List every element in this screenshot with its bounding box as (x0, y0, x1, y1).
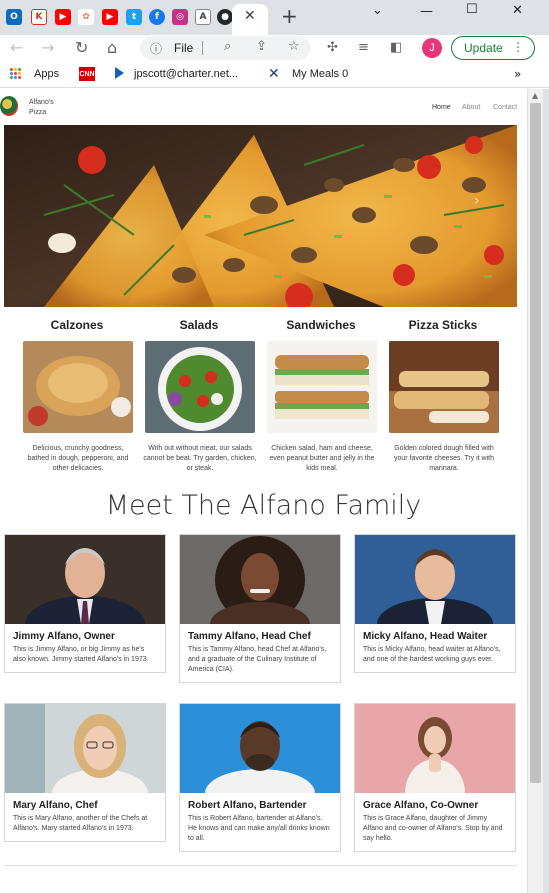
category-desc-salads: With out without meat, our salads cannot… (143, 445, 257, 472)
family-card-jimmy: Jimmy Alfano, Owner This is Jimmy Alfano… (4, 534, 166, 673)
new-tab-button[interactable]: + (281, 4, 298, 28)
category-desc-sandwiches: Chicken salad, ham and cheese, even pean… (269, 445, 375, 472)
tab-icon-k[interactable]: K (31, 9, 47, 25)
card-bio: This is Mary Alfano, another of the Chef… (13, 815, 148, 832)
tab-strip: O K ▶ ✿ ▶ t f ◎ A ● ✕ + ⌄ — ☐ ✕ (0, 0, 549, 35)
salads-image (145, 341, 255, 433)
card-name: Grace Alfano, Co-Owner (363, 800, 479, 811)
bookmarks-overflow-icon[interactable]: » (514, 67, 521, 81)
address-bar[interactable]: ⓘ File ⌕ ⇪ ☆ (140, 36, 310, 60)
category-title-sandwiches: Sandwiches (286, 318, 356, 332)
bookmark-email[interactable]: jpscott@charter.net... (134, 68, 238, 80)
card-bio: This is Robert Alfano, bartender at Alfa… (188, 815, 330, 842)
card-name: Tammy Alfano, Head Chef (188, 631, 311, 642)
pizza-illustration (4, 125, 517, 307)
facebook-icon[interactable]: f (149, 9, 165, 25)
family-card-robert: Robert Alfano, Bartender This is Robert … (179, 703, 341, 852)
apps-grid-icon[interactable] (10, 68, 22, 80)
twitter-icon[interactable]: t (126, 9, 142, 25)
page-scrollbar[interactable]: ▲ (527, 89, 543, 893)
cnn-icon[interactable]: CNN (79, 67, 95, 81)
my-meals-icon[interactable]: ✕ (268, 66, 280, 82)
category-title-pizza-sticks: Pizza Sticks (408, 318, 478, 332)
youtube-icon[interactable]: ▶ (55, 9, 71, 25)
micky-photo (355, 535, 515, 624)
carousel-next-icon[interactable]: › (474, 193, 480, 209)
outlook-icon[interactable]: O (6, 9, 22, 25)
category-desc-calzones: Delicious, crunchy goodness, bathed in d… (27, 445, 129, 472)
calzones-image (23, 341, 133, 433)
brand-name: Alfano's (29, 99, 54, 106)
family-card-tammy: Tammy Alfano, Head Chef This is Tammy Al… (179, 534, 341, 683)
card-name: Mary Alfano, Chef (13, 800, 98, 811)
browser-toolbar: ← → ↻ ⌂ ⓘ File ⌕ ⇪ ☆ ✣ ≡ ◧ J Update ⋮ (0, 35, 549, 62)
bookmark-star-icon[interactable]: ☆ (288, 39, 300, 54)
card-name: Jimmy Alfano, Owner (13, 631, 115, 642)
pizza-sticks-image (389, 341, 499, 433)
address-scheme-label: File (174, 41, 194, 55)
bookmarks-bar: Apps CNN jpscott@charter.net... ✕ My Mea… (0, 62, 549, 88)
card-name: Robert Alfano, Bartender (188, 800, 307, 811)
side-panel-icon[interactable]: ◧ (390, 40, 402, 55)
tammy-photo (180, 535, 340, 624)
window-close-button[interactable]: ✕ (512, 3, 523, 18)
family-section-title: Meet The Alfano Family (105, 490, 422, 521)
bookmark-my-meals[interactable]: My Meals 0 (292, 68, 348, 80)
jimmy-photo (5, 535, 165, 624)
media-control-icon[interactable]: ≡ (358, 40, 369, 55)
tab-search-chevron-icon[interactable]: ⌄ (372, 3, 383, 18)
tab-icon-flower[interactable]: ✿ (78, 9, 94, 25)
grace-photo (355, 704, 515, 793)
category-title-calzones: Calzones (50, 318, 104, 332)
window-edge (543, 89, 549, 893)
scroll-up-icon[interactable]: ▲ (532, 91, 538, 100)
info-icon[interactable]: ⓘ (150, 40, 162, 57)
alfanos-logo[interactable] (0, 96, 18, 116)
address-divider (202, 41, 203, 55)
category-desc-pizza-sticks: Golden colored dough filled with your fa… (394, 445, 494, 472)
update-label: Update (464, 41, 503, 55)
tab-icon-a[interactable]: A (195, 9, 211, 25)
robert-photo (180, 704, 340, 793)
forward-arrow-icon[interactable]: → (41, 38, 54, 57)
card-name: Micky Alfano, Head Waiter (363, 631, 488, 642)
back-arrow-icon[interactable]: ← (10, 38, 23, 57)
family-card-grace: Grace Alfano, Co-Owner This is Grace Alf… (354, 703, 516, 852)
reload-icon[interactable]: ↻ (75, 38, 88, 57)
mary-photo (5, 704, 165, 793)
home-icon[interactable]: ⌂ (107, 38, 117, 57)
card-bio: This is Tammy Alfano, head Chef at Alfan… (188, 646, 327, 673)
nav-about[interactable]: About (462, 104, 480, 111)
kebab-menu-icon[interactable]: ⋮ (512, 40, 524, 54)
close-tab-icon[interactable]: ✕ (244, 8, 256, 24)
maximize-button[interactable]: ☐ (466, 2, 478, 17)
hero-pizza-image: › (4, 125, 517, 307)
minimize-button[interactable]: — (420, 4, 433, 19)
card-bio: This is Grace Alfano, daughter of Jimmy … (363, 815, 503, 842)
page-viewport: Alfano's Pizza Home About Contact › Calz… (0, 89, 527, 893)
nav-home[interactable]: Home (432, 104, 451, 111)
brand-subtitle: Pizza (29, 109, 47, 116)
share-icon[interactable]: ⇪ (256, 39, 267, 54)
card-bio: This is Micky Alfano, head waiter at Alf… (363, 646, 501, 663)
profile-avatar[interactable]: J (422, 38, 442, 58)
extensions-puzzle-icon[interactable]: ✣ (327, 40, 338, 55)
play-icon[interactable] (115, 67, 124, 79)
card-bio: This is Jimmy Alfano, or big Jimmy as he… (13, 646, 149, 663)
youtube-icon[interactable]: ▶ (102, 9, 118, 25)
family-card-micky: Micky Alfano, Head Waiter This is Micky … (354, 534, 516, 673)
scrollbar-thumb[interactable] (530, 103, 541, 783)
brand[interactable]: Alfano's Pizza (29, 98, 54, 118)
footer-divider (4, 865, 517, 866)
instagram-icon[interactable]: ◎ (172, 9, 188, 25)
bookmark-apps[interactable]: Apps (34, 68, 59, 80)
github-icon[interactable]: ● (217, 9, 233, 25)
update-button[interactable]: Update ⋮ (451, 36, 535, 60)
family-card-mary: Mary Alfano, Chef This is Mary Alfano, a… (4, 703, 166, 842)
site-navbar: Alfano's Pizza Home About Contact (0, 89, 527, 123)
sandwiches-image (267, 341, 377, 433)
zoom-icon[interactable]: ⌕ (224, 39, 231, 54)
category-title-salads: Salads (179, 318, 219, 332)
nav-contact[interactable]: Contact (493, 104, 517, 111)
